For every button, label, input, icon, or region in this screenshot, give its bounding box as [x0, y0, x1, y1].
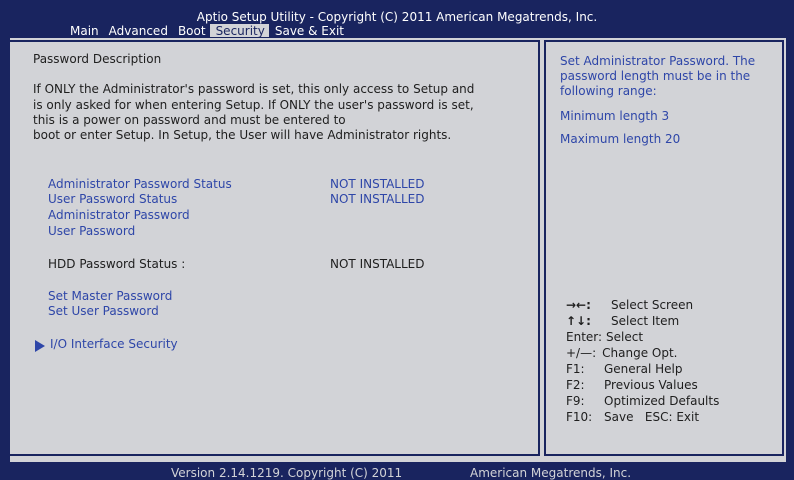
description-line-4: boot or enter Setup. In Setup, the User … [33, 128, 452, 142]
bios-title: Aptio Setup Utility - Copyright (C) 2011… [196, 10, 598, 24]
key-desc: General Help [604, 362, 683, 376]
tab-advanced[interactable]: Advanced [103, 24, 172, 38]
max-length-text: Maximum length 20 [560, 132, 681, 146]
key-desc: Change Opt. [602, 346, 678, 360]
description-line-1: If ONLY the Administrator's password is … [33, 82, 475, 96]
user-password-status-label: User Password Status [48, 192, 178, 206]
description-line-2: is only asked for when entering Setup. I… [33, 98, 474, 112]
footer-vendor: American Megatrends, Inc. [470, 466, 632, 480]
key-row-select-item: ↑↓: Select Item [566, 313, 719, 329]
key-row-select-screen: →←: Select Screen [566, 297, 719, 313]
key-label: F2: [566, 378, 585, 392]
set-master-password-item[interactable]: Set Master Password [48, 289, 172, 304]
key-desc: Select Screen [611, 298, 694, 312]
footer-version: Version 2.14.1219. Copyright (C) 2011 [171, 466, 403, 480]
key-desc: Save ESC: Exit [604, 410, 700, 424]
key-desc: Optimized Defaults [604, 394, 720, 408]
tab-boot[interactable]: Boot [172, 24, 210, 38]
admin-password-item[interactable]: Administrator Password [48, 208, 190, 223]
help-line-2: password length must be in the [560, 69, 751, 83]
key-row-f1: F1: General Help [566, 361, 719, 377]
user-password-status-value: NOT INSTALLED [330, 192, 425, 206]
admin-password-status-label: Administrator Password Status [48, 177, 232, 191]
key-label: F1: [566, 362, 585, 376]
tab-save-exit[interactable]: Save & Exit [269, 24, 348, 38]
key-row-f9: F9: Optimized Defaults [566, 393, 719, 409]
menu-bar: Main Advanced Boot Security Save & Exit [64, 24, 348, 38]
submenu-arrow-icon [35, 340, 45, 352]
set-user-password-item[interactable]: Set User Password [48, 304, 159, 319]
help-line-1: Set Administrator Password. The [560, 54, 756, 68]
section-title: Password Description [33, 52, 162, 66]
key-label: F9: [566, 394, 585, 408]
key-label: Enter: [566, 330, 603, 344]
hdd-password-status-value: NOT INSTALLED [330, 257, 425, 271]
arrows-vertical-icon: ↑↓: [566, 314, 591, 328]
help-line-3: following range: [560, 84, 657, 98]
key-label: +/—: [566, 346, 597, 360]
key-row-f2: F2: Previous Values [566, 377, 719, 393]
key-row-enter: Enter: Select [566, 329, 719, 345]
key-desc: Previous Values [604, 378, 698, 392]
arrows-horizontal-icon: →←: [566, 298, 591, 312]
tab-main[interactable]: Main [64, 24, 103, 38]
key-row-f10: F10: Save ESC: Exit [566, 409, 719, 425]
key-desc: Select [606, 330, 644, 344]
help-description: Set Administrator Password. The password… [560, 54, 755, 99]
hdd-password-status-label: HDD Password Status : [48, 257, 186, 271]
min-length-text: Minimum length 3 [560, 109, 670, 123]
admin-password-status-value: NOT INSTALLED [330, 177, 425, 191]
description-line-3: this is a power on password and must be … [33, 113, 346, 127]
user-password-item[interactable]: User Password [48, 224, 135, 239]
key-legend: →←: Select Screen ↑↓: Select Item Enter:… [566, 297, 719, 425]
key-desc: Select Item [611, 314, 680, 328]
io-interface-security-item[interactable]: I/O Interface Security [50, 337, 178, 352]
tab-security[interactable]: Security [209, 24, 269, 38]
key-row-change-opt: +/—: Change Opt. [566, 345, 719, 361]
key-label: F10: [566, 410, 593, 424]
